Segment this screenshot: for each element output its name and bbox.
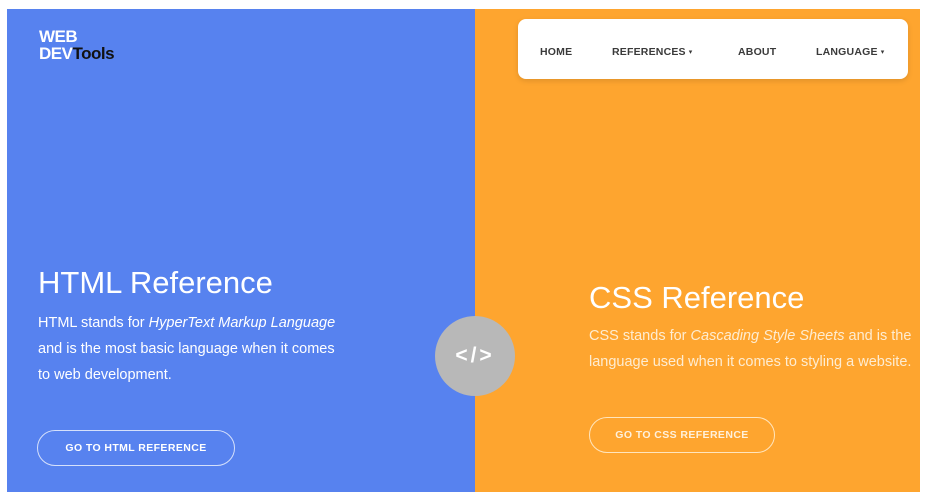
nav-home-label: HOME <box>540 46 573 58</box>
css-desc-pre: CSS stands for <box>589 328 691 344</box>
nav-language-label: LANGUAGE <box>816 46 878 58</box>
html-desc-pre: HTML stands for <box>38 315 149 331</box>
nav-references[interactable]: REFERENCES ▾ <box>612 46 692 58</box>
chevron-down-icon: ▾ <box>880 49 885 56</box>
html-desc-post: and is the most basic language when it c… <box>38 341 335 383</box>
css-desc-em: Cascading Style Sheets <box>690 328 845 344</box>
logo-web: WEB <box>39 27 78 46</box>
css-description: CSS stands for Cascading Style Sheets an… <box>589 323 915 375</box>
nav-language[interactable]: LANGUAGE ▾ <box>816 46 884 58</box>
nav-about[interactable]: ABOUT <box>738 46 776 58</box>
html-desc-em: HyperText Markup Language <box>148 315 336 331</box>
html-reference-button[interactable]: GO TO HTML REFERENCE <box>37 430 235 466</box>
html-title: HTML Reference <box>38 265 273 300</box>
logo-tools: Tools <box>72 44 115 63</box>
code-icon-text: </> <box>455 344 495 367</box>
nav-home[interactable]: HOME <box>540 46 572 58</box>
nav-references-label: REFERENCES <box>612 46 686 58</box>
nav-bar: HOME REFERENCES ▾ ABOUT LANGUAGE ▾ <box>518 19 908 79</box>
css-reference-button[interactable]: GO TO CSS REFERENCE <box>589 417 775 453</box>
page: WEB DEVTools HOME REFERENCES ▾ ABOUT LANG… <box>7 9 920 492</box>
logo[interactable]: WEB DEVTools <box>39 27 115 63</box>
css-title: CSS Reference <box>589 280 805 315</box>
chevron-down-icon: ▾ <box>688 49 693 56</box>
nav-about-label: ABOUT <box>738 46 777 58</box>
html-description: HTML stands for HyperText Markup Languag… <box>38 310 338 388</box>
html-panel <box>7 9 475 492</box>
logo-dev: DEV <box>39 44 73 63</box>
code-icon: </> <box>435 316 515 396</box>
